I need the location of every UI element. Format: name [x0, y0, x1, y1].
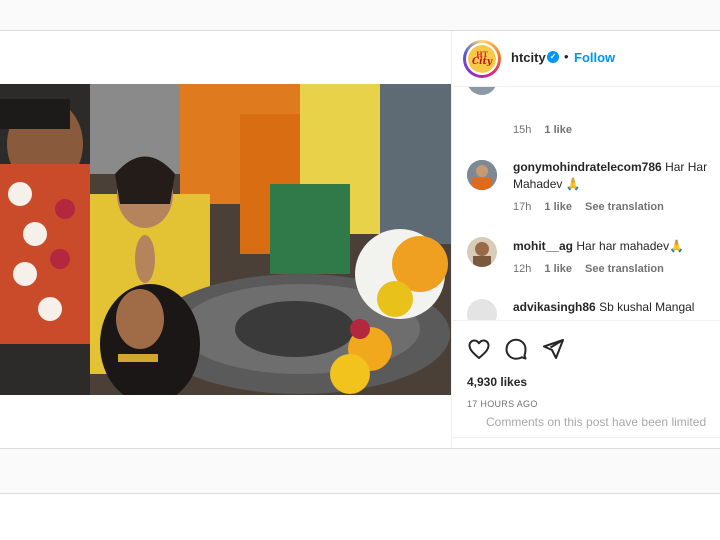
comments-limited-notice: Comments on this post have been limited — [486, 415, 707, 429]
comment-bubble-icon[interactable] — [504, 337, 528, 361]
carousel-indicator — [148, 406, 198, 411]
post-photo[interactable] — [0, 84, 451, 395]
see-translation-link[interactable]: See translation — [585, 201, 664, 213]
comment-username[interactable]: mohit__ag — [513, 239, 573, 253]
commenter-photo — [467, 160, 497, 190]
comment-likes[interactable]: 1 like — [544, 263, 572, 275]
post-media[interactable] — [0, 31, 452, 448]
carousel-dot — [175, 406, 180, 411]
author-avatar-ring[interactable]: HT City — [463, 40, 501, 78]
commenter-avatar[interactable] — [467, 87, 497, 95]
comment-likes[interactable]: 1 like — [544, 124, 572, 136]
carousel-dot-active — [193, 406, 198, 411]
commenter-photo — [467, 237, 497, 267]
likes-count[interactable]: 4,930 likes — [467, 375, 527, 389]
htcity-logo: HT City — [468, 45, 496, 73]
comment-age: 12h — [513, 263, 532, 275]
comment-meta: 15h 1 like — [513, 124, 582, 136]
comment-username[interactable]: gonymohindratelecom786 — [513, 160, 662, 174]
follow-button[interactable]: Follow — [574, 50, 615, 65]
carousel-dot — [184, 406, 189, 411]
actions-divider — [453, 437, 720, 438]
commenter-avatar[interactable] — [467, 237, 497, 267]
author-avatar[interactable]: HT City — [466, 43, 498, 75]
author-username[interactable]: htcity — [511, 50, 546, 65]
comment-body: gonymohindratelecom786 Har Har Mahadev 🙏 — [513, 159, 720, 193]
like-heart-icon[interactable] — [467, 337, 491, 361]
logo-text-bottom: City — [472, 57, 492, 67]
comment-age: 17h — [513, 201, 532, 213]
separator-dot: • — [564, 49, 569, 64]
share-paper-plane-icon[interactable] — [541, 337, 565, 361]
comment-body: advikasingh86 Sb kushal Mangal — [513, 299, 720, 316]
comment-text: Sb kushal Mangal — [599, 300, 695, 314]
comments-list[interactable]: 15h 1 like gonymohindratelecom786 Har Ha… — [453, 87, 720, 320]
post-timestamp[interactable]: 17 HOURS AGO — [467, 399, 538, 409]
comment-username[interactable]: advikasingh86 — [513, 300, 596, 314]
see-translation-link[interactable]: See translation — [585, 263, 664, 275]
post-sidebar: HT City htcity ✓ • Follow 15h 1 like gon… — [453, 31, 720, 448]
commenter-avatar[interactable] — [467, 160, 497, 190]
carousel-dot — [148, 406, 153, 411]
page: HT City htcity ✓ • Follow 15h 1 like gon… — [0, 0, 720, 540]
comment-body: mohit__ag Har har mahadev🙏 — [513, 238, 720, 255]
carousel-dot — [157, 406, 162, 411]
comment-text: Har har mahadev🙏 — [576, 239, 685, 253]
post-header: HT City htcity ✓ • Follow — [453, 31, 720, 87]
bottom-section — [0, 494, 720, 540]
post-card: HT City htcity ✓ • Follow 15h 1 like gon… — [0, 31, 720, 449]
temple-ritual-image — [0, 84, 451, 395]
comment-meta: 17h 1 like See translation — [513, 201, 674, 213]
comment-age: 15h — [513, 124, 532, 136]
verified-badge-icon: ✓ — [547, 51, 559, 63]
comment-likes[interactable]: 1 like — [544, 201, 572, 213]
commenter-avatar[interactable] — [467, 299, 497, 320]
comment-meta: 12h 1 like See translation — [513, 263, 674, 275]
carousel-dot — [166, 406, 171, 411]
